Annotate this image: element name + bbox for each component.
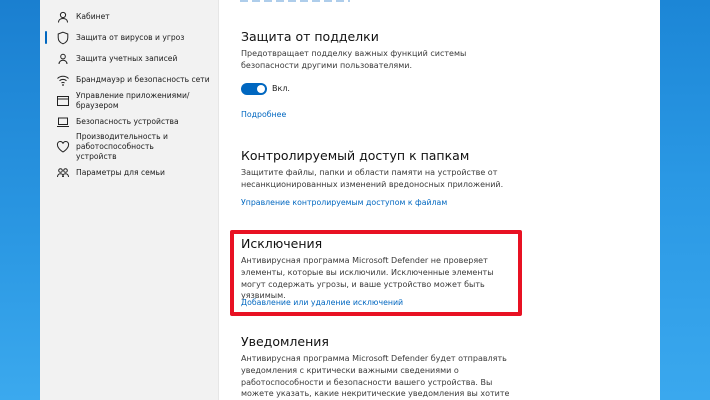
app-browser-icon [56, 94, 70, 108]
sidebar-item-label: Параметры для семьи [76, 167, 165, 177]
main-content: Защита от подделки Предотвращает подделк… [240, 0, 660, 400]
tamper-toggle-state: Вкл. [272, 84, 290, 93]
sidebar-item-firewall[interactable]: Брандмауэр и безопасность сети [40, 69, 218, 90]
sidebar-item-account[interactable]: Кабинет [40, 6, 218, 27]
manage-folder-access-link[interactable]: Управление контролируемым доступом к фай… [241, 198, 447, 207]
add-remove-exclusions-link[interactable]: Добавление или удаление исключений [241, 298, 403, 307]
exclusions-description: Антивирусная программа Microsoft Defende… [241, 256, 494, 301]
sidebar-item-label: Брандмауэр и безопасность сети [76, 74, 210, 84]
wifi-icon [56, 73, 70, 87]
tamper-protection-toggle[interactable] [241, 83, 267, 95]
shield-icon [56, 31, 70, 45]
notifications-title: Уведомления [241, 334, 329, 349]
sidebar-item-device-performance[interactable]: Производительность и работоспособность у… [40, 132, 218, 162]
exclusions-title: Исключения [241, 236, 323, 251]
sidebar-item-family[interactable]: Параметры для семьи [40, 162, 218, 183]
tamper-protection-description: Предотвращает подделку важных функций си… [241, 49, 467, 70]
account-icon [56, 52, 70, 66]
folder-access-title: Контролируемый доступ к папкам [241, 148, 470, 163]
sidebar-item-label: Защита от вирусов и угроз [76, 32, 185, 42]
cropped-top-link [240, 0, 350, 2]
sidebar-item-virus-protection[interactable]: Защита от вирусов и угроз [40, 27, 218, 48]
notifications-description: Антивирусная программа Microsoft Defende… [241, 354, 510, 399]
learn-more-link[interactable]: Подробнее [241, 110, 286, 119]
folder-access-description: Защитите файлы, папки и области памяти н… [241, 168, 504, 189]
sidebar: Кабинет Защита от вирусов и угроз Защита… [40, 0, 219, 400]
family-icon [56, 166, 70, 180]
windows-security-window: Кабинет Защита от вирусов и угроз Защита… [40, 0, 660, 400]
heart-icon [56, 140, 70, 154]
sidebar-item-device-security[interactable]: Безопасность устройства [40, 111, 218, 132]
laptop-icon [56, 115, 70, 129]
sidebar-item-app-browser[interactable]: Управление приложениями/браузером [40, 90, 218, 111]
sidebar-item-account-protection[interactable]: Защита учетных записей [40, 48, 218, 69]
sidebar-item-label: Кабинет [76, 11, 110, 21]
sidebar-item-label: Защита учетных записей [76, 53, 178, 63]
sidebar-item-label: Безопасность устройства [76, 116, 179, 126]
toggle-knob [257, 85, 265, 93]
person-icon [56, 10, 70, 24]
sidebar-item-label: Управление приложениями/браузером [76, 90, 190, 110]
sidebar-item-label: Производительность и работоспособность у… [76, 132, 168, 161]
desktop-background [0, 0, 40, 400]
tamper-protection-title: Защита от подделки [241, 29, 379, 44]
